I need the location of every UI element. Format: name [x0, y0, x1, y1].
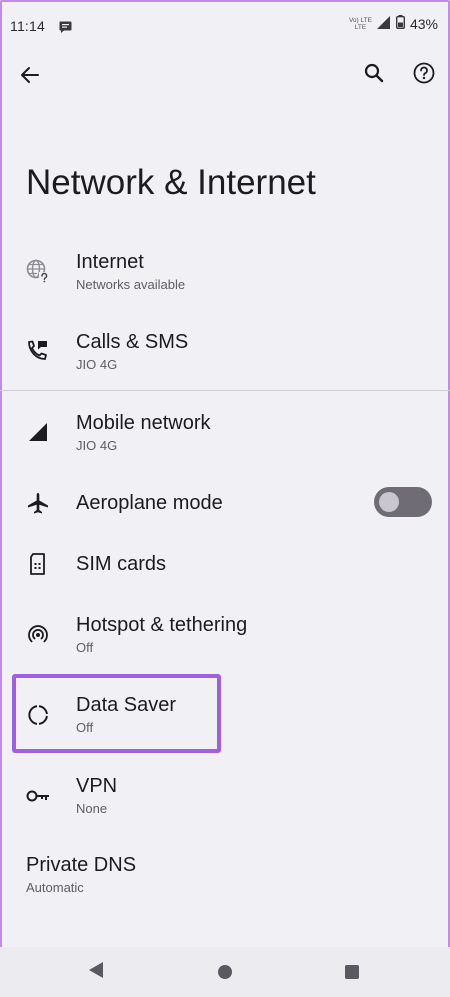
item-title: Internet — [76, 251, 144, 273]
aeroplane-mode-toggle[interactable] — [374, 487, 432, 517]
status-bar: 11:14 Vo) LTE LTE 43% — [0, 0, 450, 52]
item-title: Private DNS — [26, 854, 137, 876]
highlight-box — [12, 674, 221, 753]
item-title: SIM cards — [76, 553, 167, 575]
triangle-back-icon[interactable] — [88, 961, 104, 984]
item-subtitle: JIO 4G — [76, 357, 118, 372]
hotspot-icon — [25, 621, 51, 647]
battery-percent: 43% — [409, 15, 438, 32]
list-item-hotspot-tethering[interactable]: Hotspot & tethering Off — [0, 594, 450, 674]
arrow-left-icon — [21, 67, 39, 83]
volte-icon: Vo) LTE LTE — [348, 16, 372, 31]
item-title: Aeroplane mode — [76, 492, 223, 514]
message-notification-icon — [59, 20, 72, 38]
app-bar — [0, 55, 450, 95]
signal-icon — [376, 15, 391, 32]
back-button[interactable] — [10, 55, 50, 95]
toggle-knob — [379, 492, 399, 512]
square-recents-icon[interactable] — [345, 965, 359, 979]
cellular-signal-icon — [25, 419, 51, 445]
help-icon — [413, 62, 435, 84]
phone-message-icon — [25, 337, 51, 363]
item-title: Mobile network — [76, 412, 211, 434]
item-subtitle: Networks available — [76, 277, 186, 292]
item-subtitle: Off — [76, 640, 94, 655]
help-button[interactable] — [404, 53, 444, 93]
navigation-bar — [0, 947, 450, 997]
vpn-key-icon — [25, 783, 51, 809]
list-item-mobile-network[interactable]: Mobile network JIO 4G — [0, 390, 450, 470]
airplane-icon — [25, 490, 51, 516]
globe-question-icon — [25, 258, 51, 284]
item-title: Hotspot & tethering — [76, 614, 248, 636]
search-button[interactable] — [354, 53, 394, 93]
item-subtitle: Automatic — [26, 880, 84, 895]
list-item-calls-sms[interactable]: Calls & SMS JIO 4G — [0, 310, 450, 390]
item-subtitle: None — [76, 801, 108, 816]
circle-home-icon[interactable] — [218, 965, 232, 979]
page-title: Network & Internet — [26, 163, 316, 202]
search-icon — [364, 63, 384, 83]
list-item-internet[interactable]: Internet Networks available — [0, 230, 450, 310]
list-item-private-dns[interactable]: Private DNS Automatic — [0, 835, 450, 915]
status-icons: Vo) LTE LTE 43% — [349, 15, 438, 32]
item-subtitle: JIO 4G — [76, 438, 118, 453]
sim-card-icon — [25, 551, 51, 577]
item-title: Calls & SMS — [76, 331, 189, 353]
battery-icon — [395, 15, 405, 32]
status-time: 11:14 — [10, 18, 45, 34]
item-title: VPN — [76, 775, 118, 797]
list-item-vpn[interactable]: VPN None — [0, 755, 450, 835]
